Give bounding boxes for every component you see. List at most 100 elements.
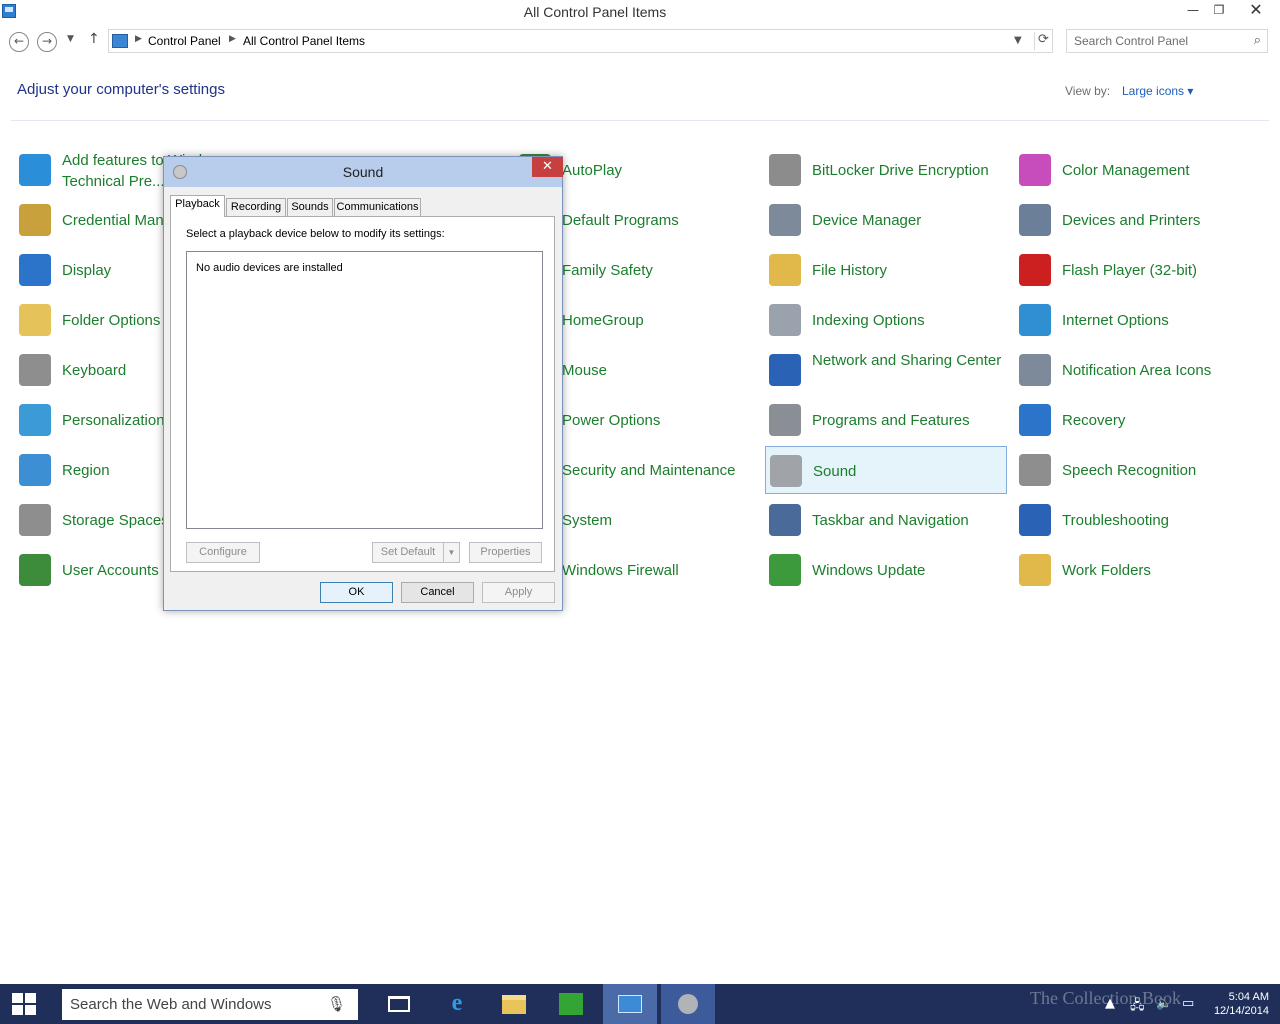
address-dropdown-icon[interactable]: ▼ [1014,35,1022,46]
store-button[interactable] [544,984,598,1024]
playback-panel: Select a playback device below to modify… [170,216,555,572]
set-default-dropdown-icon[interactable]: ▼ [443,543,459,562]
task-view-button[interactable] [372,984,426,1024]
control-panel-item-label: Family Safety [562,262,653,279]
breadcrumb-all-items[interactable]: All Control Panel Items [243,34,365,48]
control-panel-item[interactable]: Taskbar and Navigation [765,496,1007,544]
network-icon[interactable]: 🖧 [1130,996,1145,1018]
file-explorer-button[interactable] [487,984,541,1024]
control-panel-item-label: Windows Update [812,562,926,579]
ok-button[interactable]: OK [320,582,393,603]
control-panel-item-label: Security and Maintenance [562,462,736,479]
address-bar[interactable]: ▶ Control Panel ▶ All Control Panel Item… [108,29,1053,53]
control-panel-item-label: Keyboard [62,362,127,379]
tab-playback[interactable]: Playback [170,195,225,217]
control-panel-item-label: Color Management [1062,162,1190,179]
show-hidden-icons-icon[interactable]: ▲ [1105,996,1115,1011]
start-button[interactable] [0,984,50,1024]
back-button[interactable]: ← [9,32,29,52]
control-panel-item[interactable]: Color Management [1015,146,1257,194]
control-panel-item[interactable]: Flash Player (32-bit) [1015,246,1257,294]
task-view-icon [388,996,410,1012]
indexing-options-icon [769,304,801,336]
internet-options-icon [1019,304,1051,336]
search-icon[interactable]: ⌕ [1254,33,1261,48]
playback-instruction: Select a playback device below to modify… [186,228,445,240]
control-panel-item-label: BitLocker Drive Encryption [812,162,989,179]
taskbar-clock[interactable]: 5:04 AM 12/14/2014 [1207,990,1269,1018]
refresh-icon[interactable]: ⟳ [1034,32,1052,50]
sound-icon [678,994,698,1014]
control-panel-item[interactable]: Windows Update [765,546,1007,594]
search-box[interactable]: Search Control Panel ⌕ [1066,29,1268,53]
apply-button[interactable]: Apply [482,582,555,603]
control-panel-item[interactable]: Internet Options [1015,296,1257,344]
control-panel-item[interactable]: Network and Sharing Center [765,346,1007,394]
dialog-titlebar[interactable]: Sound [164,157,562,187]
clock-date: 12/14/2014 [1213,1005,1269,1017]
breadcrumb-separator-icon[interactable]: ▶ [229,34,236,44]
sound-dialog: Sound ✕ Playback Recording Sounds Commun… [163,156,563,611]
control-panel-item[interactable]: File History [765,246,1007,294]
properties-button[interactable]: Properties [469,542,542,563]
maximize-button[interactable]: ❐ [1206,0,1232,22]
minimize-button[interactable]: — [1180,0,1206,22]
sound-taskbar-button[interactable] [661,984,715,1024]
window-title: All Control Panel Items [523,4,667,20]
control-panel-taskbar-button[interactable] [603,984,657,1024]
set-default-label: Set Default [380,546,436,558]
devices-printers-icon [1019,204,1051,236]
control-panel-item-label: Sound [813,463,857,480]
volume-muted-icon[interactable]: 🔈 [1156,996,1172,1011]
control-panel-item[interactable]: Device Manager [765,196,1007,244]
dialog-close-button[interactable]: ✕ [532,157,563,177]
taskbar-search-box[interactable]: Search the Web and Windows 🎙 [62,989,358,1020]
control-panel-item[interactable]: Devices and Printers [1015,196,1257,244]
tab-communications[interactable]: Communications [334,198,421,217]
forward-button[interactable]: → [37,32,57,52]
action-center-icon[interactable]: ▭ [1182,996,1194,1011]
bitlocker-icon [769,154,801,186]
cancel-button[interactable]: Cancel [401,582,474,603]
control-panel-item-label: File History [812,262,888,279]
tab-sounds[interactable]: Sounds [287,198,333,217]
control-panel-item[interactable]: Speech Recognition [1015,446,1257,494]
control-panel-item-label: Work Folders [1062,562,1151,579]
control-panel-item[interactable]: Programs and Features [765,396,1007,444]
flash-player-icon [1019,254,1051,286]
configure-button[interactable]: Configure [186,542,260,563]
breadcrumb-separator-icon[interactable]: ▶ [135,34,142,44]
control-panel-item-label: System [562,512,613,529]
tab-recording[interactable]: Recording [226,198,286,217]
file-explorer-icon [502,995,526,1014]
control-panel-item-label: Mouse [562,362,608,379]
control-panel-item[interactable]: Notification Area Icons [1015,346,1257,394]
control-panel-item[interactable]: Troubleshooting [1015,496,1257,544]
store-icon [559,993,583,1015]
programs-features-icon [769,404,801,436]
control-panel-item-label: Troubleshooting [1062,512,1170,529]
close-button[interactable]: ✕ [1240,0,1272,22]
taskbar-search-input[interactable]: Search the Web and Windows [70,996,272,1013]
breadcrumb-control-panel[interactable]: Control Panel [148,34,221,48]
control-panel-item[interactable]: Work Folders [1015,546,1257,594]
set-default-button[interactable]: Set Default ▼ [372,542,460,563]
control-panel-item[interactable]: Recovery [1015,396,1257,444]
search-input[interactable]: Search Control Panel [1074,34,1188,48]
recent-locations-dropdown[interactable]: ▼ [67,34,74,44]
view-by-dropdown[interactable]: Large icons [1122,84,1193,98]
up-button[interactable]: ↑ [88,31,100,47]
windows-update-icon [769,554,801,586]
control-panel-item[interactable]: BitLocker Drive Encryption [765,146,1007,194]
region-icon [19,454,51,486]
empty-device-message: No audio devices are installed [196,262,343,274]
folder-options-icon [19,304,51,336]
microphone-icon[interactable]: 🎙 [327,995,346,1013]
troubleshooting-icon [1019,504,1051,536]
clock-time: 5:04 AM [1228,991,1269,1003]
control-panel-item[interactable]: Indexing Options [765,296,1007,344]
playback-device-list[interactable]: No audio devices are installed [186,251,543,529]
internet-explorer-button[interactable]: e [430,984,484,1024]
control-panel-item[interactable]: Sound [765,446,1007,494]
navigation-bar: ← → ▼ ↑ ▶ Control Panel ▶ All Control Pa… [0,26,1280,56]
